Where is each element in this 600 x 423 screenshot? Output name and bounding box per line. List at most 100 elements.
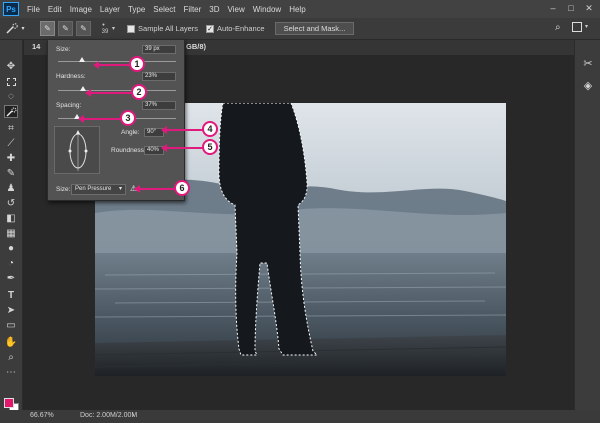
blur-tool-icon[interactable]: ● [4,242,18,255]
new-selection-brush-button[interactable]: ✎ [40,21,55,36]
brush-picker[interactable]: • 39 [97,22,110,36]
chevron-down-icon[interactable]: ▾ [112,25,115,32]
size-control-label: Size: [56,186,71,193]
brush-size-readout: 39 [101,28,109,35]
size-slider-thumb[interactable] [78,57,85,62]
menu-edit[interactable]: Edit [48,5,62,14]
quick-selection-tool-preset[interactable]: ▾ [4,20,26,38]
crop-tool-icon[interactable]: ⌗ [4,122,18,135]
checkbox-box-checked[interactable]: ✓ [206,24,215,33]
callout-4: 4 [202,121,218,137]
maximize-button[interactable]: □ [564,2,578,14]
brush-icon: ✎ [44,24,51,33]
menu-bar: Ps File Edit Image Layer Type Select Fil… [0,0,600,18]
size-label: Size: [56,46,71,53]
chevron-down-icon: ▾ [118,186,122,192]
tool-presets-icon[interactable]: ✂ [580,56,596,72]
eyedropper-tool-icon[interactable]: ⟋ [4,137,18,150]
callout-arrow-1 [93,61,132,69]
hardness-slider-track[interactable] [58,90,176,91]
checkbox-box[interactable] [127,24,136,33]
brush-tip-ellipse-icon [68,130,88,171]
workspace-icon[interactable] [572,22,582,32]
document-size-info[interactable]: Doc: 2.00M/2.00M [80,412,137,419]
angle-label: Angle: [121,129,140,136]
chevron-down-icon[interactable]: ▾ [585,23,588,30]
move-tool-icon[interactable]: ✥ [4,60,18,73]
healing-brush-tool-icon[interactable]: ✚ [4,152,18,165]
spacing-label: Spacing: [56,102,82,109]
callout-arrow-4 [161,126,204,134]
roundness-label: Roundness: [111,147,146,154]
menu-help[interactable]: Help [289,5,305,14]
size-field[interactable]: 39 px [142,45,176,54]
sample-all-layers-label: Sample All Layers [138,24,199,33]
clone-stamp-tool-icon[interactable]: ♟ [4,182,18,195]
zoom-tool-icon[interactable]: ⌕ [4,351,18,364]
select-and-mask-button[interactable]: Select and Mask... [274,22,355,35]
document-tab-mode: GB/8) [186,42,207,51]
eraser-tool-icon[interactable]: ◧ [4,212,18,225]
chevron-down-icon: ▾ [21,26,25,32]
photoshop-logo: Ps [3,2,19,16]
hand-tool-icon[interactable]: ✋ [4,336,18,349]
brush-plus-icon: ✎ [62,24,69,33]
options-bar: ▾ ✎ ✎ ✎ • 39 ▾ Sample All Layers ✓ Auto-… [0,18,600,40]
layers-icon[interactable]: ◈ [580,78,596,94]
callout-6: 6 [174,180,190,196]
callout-arrow-3 [78,115,123,123]
dodge-tool-icon[interactable]: ◔ [4,257,18,270]
lasso-tool-icon[interactable]: ◌ [4,90,18,103]
callout-arrow-6 [134,185,175,193]
hardness-label: Hardness: [56,73,86,80]
auto-enhance-checkbox[interactable]: ✓ Auto-Enhance [206,24,265,33]
callout-arrow-5 [161,144,204,152]
more-tools-icon[interactable]: ⋯ [4,366,18,379]
brush-tool-icon[interactable]: ✎ [4,167,18,180]
size-control-value: Pen Pressure [75,186,112,192]
callout-5: 5 [202,139,218,155]
close-button[interactable]: ✕ [582,2,596,14]
search-icon[interactable]: ⌕ [555,22,561,33]
size-control-dropdown[interactable]: Pen Pressure ▾ [71,184,126,195]
menu-view[interactable]: View [228,5,245,14]
brush-tip-icon: • [102,21,105,29]
menu-image[interactable]: Image [70,5,92,14]
callout-2: 2 [131,84,147,100]
menu-type[interactable]: Type [128,5,145,14]
brush-minus-icon: ✎ [80,24,87,33]
rectangle-tool-icon[interactable]: ▭ [4,319,18,332]
right-panel-dock: ✂ ◈ [574,40,600,410]
path-selection-tool-icon[interactable]: ➤ [4,304,18,317]
auto-enhance-label: Auto-Enhance [217,24,265,33]
callout-1: 1 [129,56,145,72]
menu-layer[interactable]: Layer [100,5,120,14]
subtract-from-selection-brush-button[interactable]: ✎ [76,21,91,36]
sample-all-layers-checkbox[interactable]: Sample All Layers [127,24,198,33]
gradient-tool-icon[interactable]: ▦ [4,227,18,240]
chevron-right-icon[interactable]: › [132,412,134,419]
menu-select[interactable]: Select [153,5,175,14]
zoom-level[interactable]: 66.67% [30,412,54,419]
marquee-tool-icon[interactable] [4,75,18,88]
menu-file[interactable]: File [27,5,40,14]
menu-3d[interactable]: 3D [209,5,219,14]
spacing-field[interactable]: 37% [142,101,176,110]
status-bar: 66.67% Doc: 2.00M/2.00M › [0,410,600,423]
minimize-button[interactable]: – [546,2,560,14]
history-brush-tool-icon[interactable]: ↺ [4,197,18,210]
callout-3: 3 [120,110,136,126]
document-tab-title[interactable]: 14 [32,42,40,51]
callout-arrow-2 [85,89,134,97]
tools-panel: ✥ ◌ ⌗ ⟋ ✚ ✎ ♟ ↺ ◧ ▦ ● ◔ ✒ T ➤ ▭ ✋ ⌕ ⋯ [0,40,23,410]
size-slider-track[interactable] [58,61,176,62]
pen-tool-icon[interactable]: ✒ [4,272,18,285]
quick-selection-tool-icon[interactable] [4,105,18,118]
menu-window[interactable]: Window [253,5,281,14]
menu-filter[interactable]: Filter [184,5,202,14]
type-tool-icon[interactable]: T [4,289,18,302]
brush-tip-angle-preview[interactable] [54,126,100,174]
add-to-selection-brush-button[interactable]: ✎ [58,21,73,36]
foreground-color-swatch[interactable] [4,398,14,408]
hardness-field[interactable]: 23% [142,72,176,81]
